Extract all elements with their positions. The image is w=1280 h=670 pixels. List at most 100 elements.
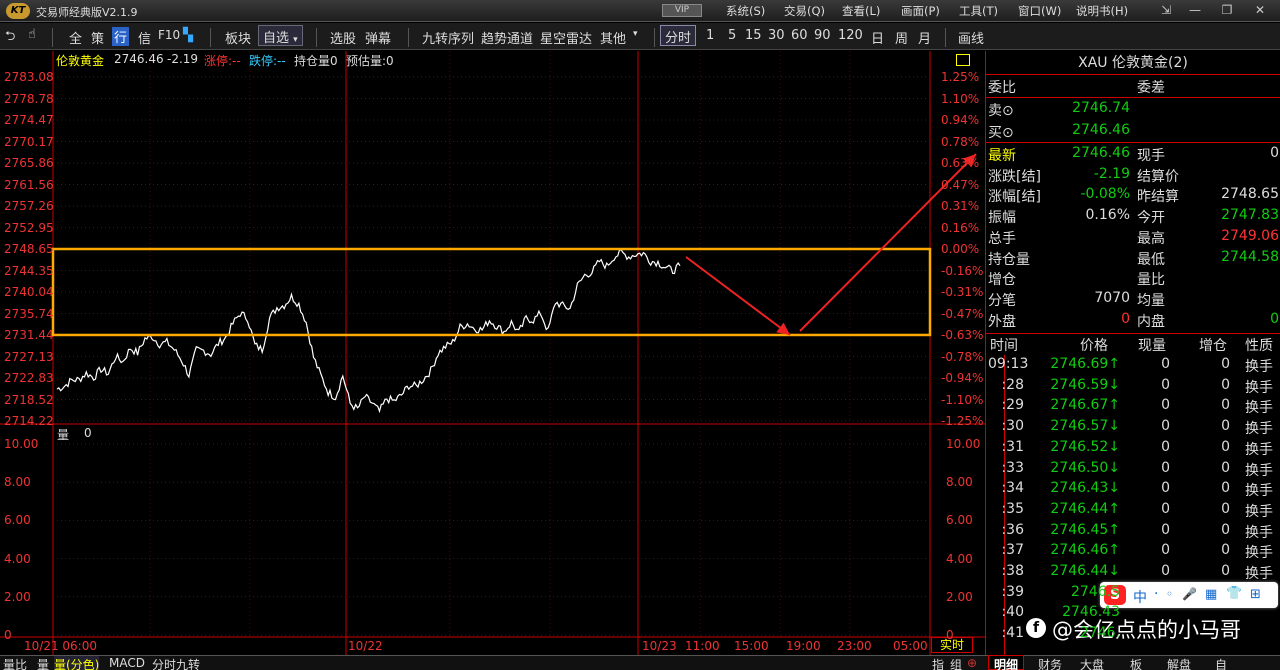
tb-trend-channel[interactable]: 趋势通道: [481, 28, 533, 47]
tab-sector[interactable]: 板: [1130, 656, 1142, 670]
app-title: 交易师经典版V2.1.9: [36, 6, 138, 19]
tb-60min[interactable]: 60: [791, 28, 808, 43]
tb-f10[interactable]: F10: [158, 28, 180, 42]
watchlist-dropdown[interactable]: 自选 ▾: [258, 25, 303, 46]
trade-oi-change: 0: [1221, 397, 1230, 414]
menu-view[interactable]: 查看(L): [842, 3, 880, 19]
tb-day[interactable]: 日: [871, 28, 884, 47]
x-tick: 10/23: [642, 639, 677, 653]
restore-icon[interactable]: ⇲: [1153, 0, 1179, 22]
tab-volume-ratio[interactable]: 量比: [3, 656, 27, 670]
trade-nature: 换手: [1245, 503, 1273, 520]
tb-15min[interactable]: 15: [745, 28, 762, 43]
y-tick-right: -0.78%: [941, 349, 984, 364]
layer-icon[interactable]: ▚: [183, 28, 193, 43]
minimize-icon[interactable]: —: [1182, 0, 1208, 22]
y-tick-left: 2757.26: [4, 199, 54, 213]
tb-danmaku[interactable]: 弹幕: [365, 28, 391, 47]
menu-system[interactable]: 系统(S): [726, 3, 765, 19]
vip-badge[interactable]: VIP: [662, 4, 702, 17]
volume-value: 0: [84, 426, 92, 440]
quote-label: 涨跌[结]: [988, 168, 1041, 185]
sell-label: 卖⊙: [988, 103, 1014, 119]
divider: [986, 74, 1280, 75]
skin-icon[interactable]: 👕: [1226, 586, 1242, 601]
menu-manual[interactable]: 说明书(H): [1076, 3, 1128, 19]
col-time: 时间: [990, 338, 1018, 354]
tb-30min[interactable]: 30: [768, 28, 785, 43]
trade-nature: 换手: [1245, 545, 1273, 562]
tab-analysis[interactable]: 解盘: [1167, 656, 1191, 670]
microphone-icon[interactable]: 🎤: [1182, 587, 1197, 601]
trade-volume: 0: [1161, 418, 1170, 435]
tb-120min[interactable]: 120: [838, 28, 863, 43]
y-tick-left: 2744.35: [4, 263, 54, 278]
ime-emoji-icon[interactable]: ◦: [1166, 587, 1173, 601]
tb-month[interactable]: 月: [918, 28, 931, 47]
quote-label: 涨幅[结]: [988, 189, 1041, 206]
tab-macd[interactable]: MACD: [109, 656, 145, 670]
trade-volume: 0: [1161, 438, 1170, 455]
ime-chinese[interactable]: 中: [1133, 587, 1147, 607]
trade-oi-change: 0: [1221, 563, 1230, 579]
divider: [654, 28, 655, 47]
add-icon[interactable]: ⊕: [967, 656, 977, 670]
tab-detail[interactable]: 明细: [988, 655, 1024, 670]
trade-oi-change: 0: [1221, 500, 1230, 517]
trade-nature: 换手: [1245, 566, 1273, 582]
tab-finance[interactable]: 财务: [1038, 656, 1062, 670]
instrument-name: 伦敦黄金: [56, 54, 105, 68]
tb-quote[interactable]: 行: [112, 27, 130, 46]
quote-value: 0: [1270, 310, 1279, 327]
tb-nine-turn[interactable]: 九转序列: [422, 28, 474, 47]
tb-strategy[interactable]: 策: [91, 28, 104, 47]
tb-star-radar[interactable]: 星空雷达: [540, 28, 592, 47]
tb-intraday[interactable]: 分时: [660, 25, 697, 46]
menu-trade[interactable]: 交易(Q): [784, 3, 825, 19]
maximize-icon[interactable]: ❐: [1214, 0, 1240, 22]
tb-other[interactable]: 其他: [600, 28, 626, 47]
trade-oi-change: 0: [1221, 356, 1230, 372]
volume-tick-right: 8.00: [946, 475, 973, 490]
quote-label: 最新: [988, 148, 1016, 164]
tb-all[interactable]: 全: [69, 28, 82, 47]
tab-nine-turn[interactable]: 分时九转: [152, 656, 200, 670]
menu-window[interactable]: 窗口(W): [1018, 3, 1061, 19]
tab-index[interactable]: 指: [932, 656, 944, 670]
tb-90min[interactable]: 90: [814, 28, 831, 43]
menu-tools[interactable]: 工具(T): [959, 3, 998, 19]
chevron-down-icon[interactable]: ▾: [633, 29, 638, 39]
ime-punct-icon[interactable]: ·: [1154, 586, 1158, 602]
y-tick-right: -0.47%: [941, 306, 984, 321]
tb-sector[interactable]: 板块: [225, 28, 251, 47]
tb-info[interactable]: 信: [138, 28, 151, 47]
x-tick: 10/22: [348, 639, 383, 653]
tb-draw-line[interactable]: 画线: [958, 28, 984, 47]
volume-tick-right: 10.00: [946, 437, 981, 451]
y-tick-left: 2727.13: [4, 349, 54, 364]
tab-self[interactable]: 自: [1215, 656, 1227, 670]
tb-stock-pick[interactable]: 选股: [330, 28, 356, 47]
back-icon[interactable]: ⮌: [5, 27, 15, 49]
y-tick-left: 2714.22: [4, 414, 54, 428]
tab-group[interactable]: 组: [950, 656, 962, 670]
tab-market[interactable]: 大盘: [1080, 656, 1104, 670]
trade-price: 2746.43: [1062, 604, 1120, 621]
trade-nature: 换手: [1245, 483, 1273, 500]
tab-volume[interactable]: 量: [37, 656, 49, 670]
panel-toggle-icon[interactable]: [956, 54, 970, 66]
quote-header: XAU 伦敦黄金(2): [986, 52, 1280, 74]
tb-week[interactable]: 周: [895, 28, 908, 47]
tb-1min[interactable]: 1: [706, 28, 714, 43]
trade-time: :33: [1001, 459, 1024, 476]
grid-icon[interactable]: ⊞: [1250, 587, 1261, 602]
y-tick-right: 0.63%: [941, 156, 980, 170]
keyboard-icon[interactable]: ▦: [1205, 587, 1217, 602]
tb-5min[interactable]: 5: [728, 28, 736, 43]
divider: [986, 142, 1280, 143]
hand-icon[interactable]: ☝: [28, 27, 36, 42]
menu-screen[interactable]: 画面(P): [901, 3, 940, 19]
intraday-chart[interactable]: [0, 51, 985, 655]
close-icon[interactable]: ✕: [1247, 0, 1273, 22]
tab-volume-color[interactable]: 量(分色): [54, 656, 100, 670]
